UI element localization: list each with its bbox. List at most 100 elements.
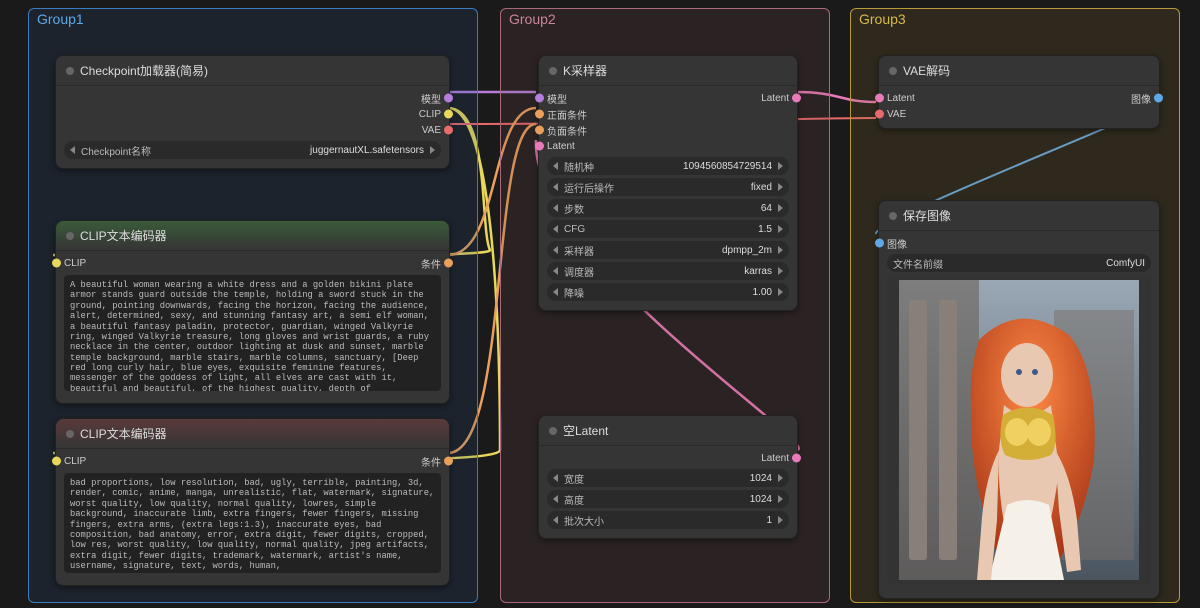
checkpoint-name-widget[interactable]: Checkpoint名称 juggernautXL.safetensors bbox=[64, 141, 441, 159]
node-title-text: CLIP文本编码器 bbox=[80, 425, 167, 442]
collapse-dot-icon[interactable] bbox=[66, 430, 74, 438]
node-title[interactable]: 保存图像 bbox=[879, 201, 1159, 231]
node-clip-encode-negative[interactable]: CLIP文本编码器 CLIP 条件 bad proportions, low r… bbox=[55, 418, 450, 586]
node-graph-canvas[interactable]: Group1 Group2 Group3 Checkpoint加载器(简易) 模… bbox=[0, 0, 1200, 608]
collapse-dot-icon[interactable] bbox=[549, 427, 557, 435]
socket-vae-in[interactable] bbox=[875, 110, 884, 119]
collapse-dot-icon[interactable] bbox=[66, 67, 74, 75]
prev-arrow-icon[interactable] bbox=[553, 246, 558, 254]
socket-image-in[interactable] bbox=[875, 239, 884, 248]
node-title[interactable]: VAE解码 bbox=[879, 56, 1159, 86]
prev-arrow-icon[interactable] bbox=[553, 288, 558, 296]
next-arrow-icon[interactable] bbox=[430, 146, 435, 154]
next-arrow-icon[interactable] bbox=[778, 267, 783, 275]
next-arrow-icon[interactable] bbox=[778, 516, 783, 524]
collapse-dot-icon[interactable] bbox=[889, 67, 897, 75]
socket-latent-in[interactable] bbox=[875, 94, 884, 103]
node-title[interactable]: Checkpoint加载器(简易) bbox=[56, 56, 449, 86]
output-clip: CLIP bbox=[419, 109, 441, 120]
prev-arrow-icon[interactable] bbox=[553, 474, 558, 482]
node-title[interactable]: K采样器 bbox=[539, 56, 797, 86]
widget-label: Checkpoint名称 bbox=[81, 143, 151, 158]
socket-model-in[interactable] bbox=[535, 94, 544, 103]
next-arrow-icon[interactable] bbox=[778, 246, 783, 254]
ksampler-widget-4[interactable]: 采样器dpmpp_2m bbox=[547, 241, 789, 259]
node-title-text: Checkpoint加载器(简易) bbox=[80, 62, 208, 79]
node-title[interactable]: CLIP文本编码器 bbox=[56, 419, 449, 449]
widget-label: 运行后操作 bbox=[564, 180, 614, 195]
next-arrow-icon[interactable] bbox=[778, 183, 783, 191]
filename-prefix-widget[interactable]: 文件名前缀 ComfyUI bbox=[887, 254, 1151, 272]
node-clip-encode-positive[interactable]: CLIP文本编码器 CLIP 条件 A beautiful woman wear… bbox=[55, 220, 450, 404]
node-checkpoint-loader[interactable]: Checkpoint加载器(简易) 模型 CLIP VAE Checkpoint… bbox=[55, 55, 450, 169]
node-vae-decode[interactable]: VAE解码 Latent图像 VAE bbox=[878, 55, 1160, 129]
socket-latent-out[interactable] bbox=[792, 94, 801, 103]
prev-arrow-icon[interactable] bbox=[553, 495, 558, 503]
socket-positive-in[interactable] bbox=[535, 110, 544, 119]
negative-prompt-text[interactable]: bad proportions, low resolution, bad, ug… bbox=[64, 473, 441, 573]
output-latent: Latent bbox=[761, 93, 789, 104]
socket-cond-out[interactable] bbox=[444, 457, 453, 466]
widget-label: 高度 bbox=[564, 492, 584, 507]
widget-label: 随机种 bbox=[564, 159, 594, 174]
widget-label: 采样器 bbox=[564, 243, 594, 258]
widget-value: 1094560854729514 bbox=[683, 161, 772, 172]
input-vae: VAE bbox=[887, 109, 906, 120]
widget-label: CFG bbox=[564, 224, 585, 235]
ksampler-widget-3[interactable]: CFG 1.5 bbox=[547, 220, 789, 238]
ksampler-widget-2[interactable]: 步数64 bbox=[547, 199, 789, 217]
next-arrow-icon[interactable] bbox=[778, 474, 783, 482]
node-title[interactable]: CLIP文本编码器 bbox=[56, 221, 449, 251]
node-ksampler[interactable]: K采样器 模型Latent 正面条件 负面条件 Latent 随机种109456… bbox=[538, 55, 798, 311]
next-arrow-icon[interactable] bbox=[778, 288, 783, 296]
widget-label: 文件名前缀 bbox=[893, 256, 943, 271]
positive-prompt-text[interactable]: A beautiful woman wearing a white dress … bbox=[64, 275, 441, 391]
empty-latent-widget-0[interactable]: 宽度1024 bbox=[547, 469, 789, 487]
group-1-label: Group1 bbox=[37, 11, 84, 27]
output-latent: Latent bbox=[761, 453, 789, 464]
socket-latent-out[interactable] bbox=[792, 454, 801, 463]
socket-clip-out[interactable] bbox=[444, 110, 453, 119]
output-image-preview[interactable] bbox=[887, 276, 1151, 584]
socket-negative-in[interactable] bbox=[535, 126, 544, 135]
socket-image-out[interactable] bbox=[1154, 94, 1163, 103]
next-arrow-icon[interactable] bbox=[778, 495, 783, 503]
ksampler-widget-0[interactable]: 随机种 1094560854729514 bbox=[547, 157, 789, 175]
widget-value: juggernautXL.safetensors bbox=[310, 145, 424, 156]
socket-cond-out[interactable] bbox=[444, 259, 453, 268]
widget-value: 1.5 bbox=[758, 224, 772, 235]
socket-latent-in[interactable] bbox=[535, 142, 544, 151]
prev-arrow-icon[interactable] bbox=[553, 225, 558, 233]
widget-value: ComfyUI bbox=[1106, 258, 1145, 269]
prev-arrow-icon[interactable] bbox=[553, 183, 558, 191]
input-image: 图像 bbox=[887, 236, 907, 251]
node-title-text: K采样器 bbox=[563, 62, 607, 79]
prev-arrow-icon[interactable] bbox=[70, 146, 75, 154]
ksampler-widget-5[interactable]: 调度器karras bbox=[547, 262, 789, 280]
input-clip: CLIP bbox=[64, 258, 86, 269]
empty-latent-widget-2[interactable]: 批次大小1 bbox=[547, 511, 789, 529]
prev-arrow-icon[interactable] bbox=[553, 267, 558, 275]
collapse-dot-icon[interactable] bbox=[549, 67, 557, 75]
next-arrow-icon[interactable] bbox=[778, 204, 783, 212]
collapse-dot-icon[interactable] bbox=[889, 212, 897, 220]
socket-clip-in[interactable] bbox=[52, 457, 61, 466]
node-title-text: CLIP文本编码器 bbox=[80, 227, 167, 244]
widget-value: 64 bbox=[761, 203, 772, 214]
node-title[interactable]: 空Latent bbox=[539, 416, 797, 446]
empty-latent-widget-1[interactable]: 高度1024 bbox=[547, 490, 789, 508]
collapse-dot-icon[interactable] bbox=[66, 232, 74, 240]
socket-clip-in[interactable] bbox=[52, 259, 61, 268]
ksampler-widget-6[interactable]: 降噪1.00 bbox=[547, 283, 789, 301]
group-3-label: Group3 bbox=[859, 11, 906, 27]
node-empty-latent[interactable]: 空Latent Latent 宽度1024 高度1024 批次大小1 bbox=[538, 415, 798, 539]
node-save-image[interactable]: 保存图像 图像 文件名前缀 ComfyUI bbox=[878, 200, 1160, 599]
next-arrow-icon[interactable] bbox=[778, 162, 783, 170]
socket-model-out[interactable] bbox=[444, 94, 453, 103]
prev-arrow-icon[interactable] bbox=[553, 204, 558, 212]
ksampler-widget-1[interactable]: 运行后操作fixed bbox=[547, 178, 789, 196]
next-arrow-icon[interactable] bbox=[778, 225, 783, 233]
prev-arrow-icon[interactable] bbox=[553, 516, 558, 524]
socket-vae-out[interactable] bbox=[444, 126, 453, 135]
prev-arrow-icon[interactable] bbox=[553, 162, 558, 170]
